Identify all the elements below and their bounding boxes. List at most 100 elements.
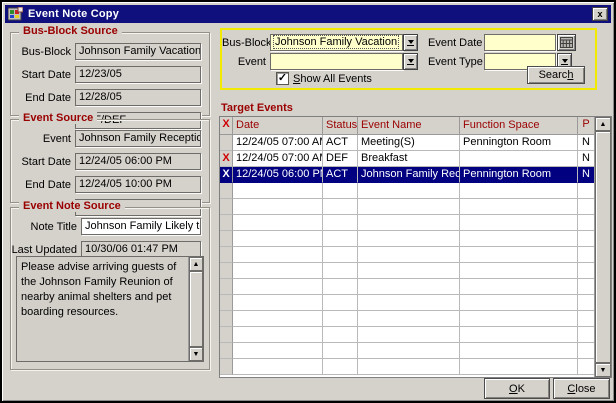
table-cell-x bbox=[220, 199, 233, 215]
column-header-status[interactable]: Status bbox=[323, 117, 358, 135]
bus-block-source-groupbox: Bus-Block Source Bus-Block Johnson Famil… bbox=[10, 32, 210, 116]
window-close-button[interactable]: x bbox=[592, 7, 608, 21]
table-cell-p: N bbox=[578, 167, 594, 183]
scroll-down-icon[interactable]: ▼ bbox=[189, 347, 203, 361]
column-header-x[interactable]: X bbox=[220, 117, 233, 135]
show-all-events-label: Show All Events bbox=[293, 73, 372, 85]
table-cell-event_name bbox=[358, 311, 460, 327]
bus-block-label: Bus-Block bbox=[11, 46, 71, 58]
table-header-row: X Date Status Event Name Function Space … bbox=[220, 117, 594, 135]
table-cell-status bbox=[323, 215, 358, 231]
table-cell-x bbox=[220, 359, 233, 375]
note-scrollbar[interactable]: ▲ ▼ bbox=[188, 257, 203, 361]
scroll-up-icon[interactable]: ▲ bbox=[189, 257, 203, 271]
table-cell-date bbox=[233, 263, 323, 279]
table-cell-date bbox=[233, 215, 323, 231]
table-cell-event_name bbox=[358, 199, 460, 215]
table-cell-function_space bbox=[460, 359, 578, 375]
table-row[interactable] bbox=[220, 327, 594, 343]
column-header-p[interactable]: P bbox=[578, 117, 594, 135]
search-panel: Bus-Block Johnson Family Vacation Event … bbox=[220, 28, 597, 90]
show-all-events-checkbox[interactable] bbox=[276, 72, 289, 85]
search-bus-block-combo[interactable]: Johnson Family Vacation bbox=[270, 34, 403, 51]
table-cell-status bbox=[323, 279, 358, 295]
search-bus-block-value: Johnson Family Vacation bbox=[274, 36, 398, 48]
column-header-event-name[interactable]: Event Name bbox=[358, 117, 460, 135]
table-cell-date bbox=[233, 327, 323, 343]
search-event-date-input[interactable] bbox=[484, 34, 556, 51]
table-row[interactable] bbox=[220, 263, 594, 279]
table-cell-x: X bbox=[220, 151, 233, 167]
table-row[interactable] bbox=[220, 279, 594, 295]
event-dropdown-button[interactable] bbox=[403, 53, 418, 70]
table-cell-function_space: Pennington Room bbox=[460, 167, 578, 183]
search-bus-block-label: Bus-Block bbox=[222, 37, 266, 49]
table-cell-status bbox=[323, 183, 358, 199]
table-row[interactable] bbox=[220, 183, 594, 199]
table-cell-p bbox=[578, 343, 594, 359]
table-row[interactable] bbox=[220, 199, 594, 215]
table-cell-status bbox=[323, 295, 358, 311]
table-cell-event_name bbox=[358, 343, 460, 359]
search-event-type-label: Event Type bbox=[428, 56, 480, 68]
search-button[interactable]: Search bbox=[527, 66, 585, 84]
table-row[interactable] bbox=[220, 231, 594, 247]
table-cell-event_name bbox=[358, 327, 460, 343]
table-row[interactable] bbox=[220, 311, 594, 327]
event-end-date-value-field: 12/24/05 10:00 PM bbox=[75, 176, 201, 193]
table-cell-date: 12/24/05 07:00 AM bbox=[233, 151, 323, 167]
note-title-input[interactable]: Johnson Family Likely to Bring bbox=[81, 218, 201, 235]
table-cell-function_space bbox=[460, 279, 578, 295]
note-text[interactable]: Please advise arriving guests of the Joh… bbox=[17, 257, 188, 361]
table-cell-status bbox=[323, 359, 358, 375]
table-cell-function_space bbox=[460, 343, 578, 359]
table-cell-date bbox=[233, 199, 323, 215]
table-row[interactable]: 12/24/05 07:00 AMACTMeeting(S)Pennington… bbox=[220, 135, 594, 151]
table-row[interactable] bbox=[220, 247, 594, 263]
title-bar[interactable]: Event Note Copy x bbox=[5, 5, 611, 23]
search-event-date-label: Event Date bbox=[428, 37, 480, 49]
note-title-label: Note Title bbox=[11, 221, 77, 233]
target-events-heading: Target Events bbox=[221, 102, 293, 114]
column-header-function-space[interactable]: Function Space bbox=[460, 117, 578, 135]
table-cell-function_space: Pennington Room bbox=[460, 135, 578, 151]
close-button[interactable]: Close bbox=[553, 378, 610, 399]
table-row[interactable] bbox=[220, 343, 594, 359]
table-cell-event_name bbox=[358, 295, 460, 311]
table-cell-p bbox=[578, 247, 594, 263]
table-cell-function_space bbox=[460, 183, 578, 199]
table-cell-status bbox=[323, 247, 358, 263]
table-cell-function_space bbox=[460, 199, 578, 215]
search-event-label: Event bbox=[222, 56, 266, 68]
table-row[interactable] bbox=[220, 295, 594, 311]
table-row[interactable]: X12/24/05 07:00 AMDEFBreakfastN bbox=[220, 151, 594, 167]
table-row[interactable] bbox=[220, 215, 594, 231]
search-event-combo[interactable] bbox=[270, 53, 403, 70]
table-row[interactable] bbox=[220, 359, 594, 375]
bus-block-dropdown-button[interactable] bbox=[403, 34, 418, 51]
table-scrollbar-thumb[interactable] bbox=[595, 131, 611, 363]
start-date-value-field: 12/23/05 bbox=[75, 66, 201, 83]
note-text-area[interactable]: Please advise arriving guests of the Joh… bbox=[16, 256, 204, 362]
table-row[interactable]: X12/24/05 06:00 PMACTJohnson Family Rece… bbox=[220, 167, 594, 183]
table-cell-p bbox=[578, 279, 594, 295]
table-cell-date bbox=[233, 343, 323, 359]
table-cell-function_space bbox=[460, 327, 578, 343]
event-note-source-legend: Event Note Source bbox=[19, 200, 125, 212]
dropdown-underline bbox=[561, 64, 568, 65]
table-cell-event_name bbox=[358, 263, 460, 279]
ok-button[interactable]: OK bbox=[484, 378, 550, 399]
scroll-up-icon[interactable]: ▲ bbox=[595, 117, 611, 131]
chevron-down-icon bbox=[408, 59, 414, 63]
table-scrollbar[interactable]: ▲ ▼ bbox=[594, 117, 611, 377]
table-cell-p bbox=[578, 215, 594, 231]
note-scrollbar-thumb[interactable] bbox=[189, 271, 203, 347]
scroll-down-icon[interactable]: ▼ bbox=[595, 363, 611, 377]
column-header-date[interactable]: Date bbox=[233, 117, 323, 135]
table-cell-p bbox=[578, 295, 594, 311]
table-cell-event_name bbox=[358, 231, 460, 247]
table-cell-event_name: Meeting(S) bbox=[358, 135, 460, 151]
table-cell-x bbox=[220, 343, 233, 359]
table-cell-x bbox=[220, 263, 233, 279]
calendar-button[interactable] bbox=[557, 34, 576, 51]
